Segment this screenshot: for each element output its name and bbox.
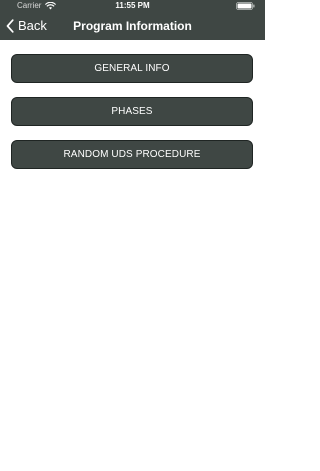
phases-button[interactable]: PHASES	[11, 97, 253, 126]
status-bar: Carrier 11:55 PM	[0, 0, 265, 12]
clock: 11:55 PM	[115, 1, 150, 10]
screen: Carrier 11:55 PM Back Program Informatio…	[0, 0, 265, 471]
navigation-bar: Back Program Information	[0, 12, 265, 40]
top-bar: Carrier 11:55 PM Back Program Informatio…	[0, 0, 265, 40]
program-menu: GENERAL INFO PHASES RANDOM UDS PROCEDURE	[11, 54, 253, 183]
general-info-button[interactable]: GENERAL INFO	[11, 54, 253, 83]
random-uds-procedure-button[interactable]: RANDOM UDS PROCEDURE	[11, 140, 253, 169]
page-title: Program Information	[73, 19, 192, 33]
battery-icon	[236, 2, 255, 10]
